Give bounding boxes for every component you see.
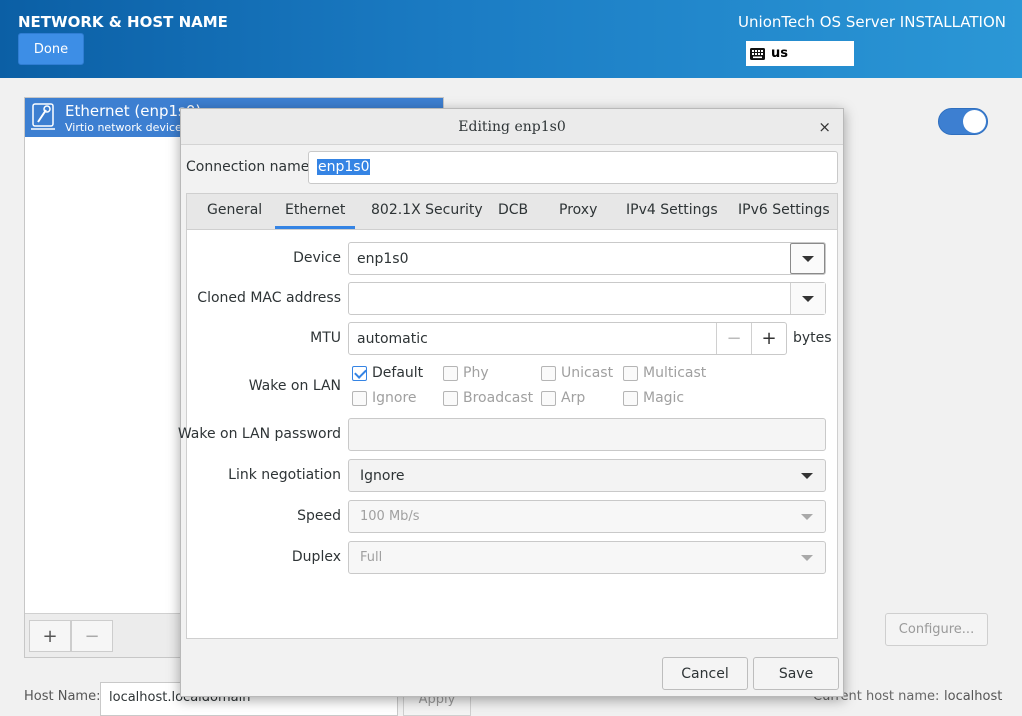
close-icon[interactable]: × bbox=[818, 118, 831, 136]
wol-unicast-checkbox[interactable]: Unicast bbox=[541, 365, 613, 381]
duplex-value: Full bbox=[360, 550, 383, 565]
chevron-down-icon bbox=[801, 255, 814, 262]
mtu-label: MTU bbox=[310, 330, 341, 346]
checkbox-icon bbox=[623, 390, 638, 406]
wol-option-label: Ignore bbox=[372, 390, 417, 406]
connection-name-input[interactable]: enp1s0 bbox=[308, 151, 838, 184]
product-title: UnionTech OS Server INSTALLATION bbox=[738, 13, 1006, 31]
ethernet-settings-panel: Device enp1s0 Cloned MAC address MTU aut… bbox=[178, 229, 838, 639]
checkbox-icon bbox=[541, 390, 556, 406]
wol-broadcast-checkbox[interactable]: Broadcast bbox=[443, 390, 533, 406]
device-description: Virtio network device bbox=[65, 121, 182, 134]
mtu-value: automatic bbox=[357, 331, 428, 347]
checkbox-icon bbox=[541, 365, 556, 381]
mtu-stepper[interactable]: automatic − + bbox=[348, 322, 787, 355]
speed-value: 100 Mb/s bbox=[360, 509, 420, 524]
wol-option-label: Broadcast bbox=[463, 390, 534, 406]
tab-ipv4-settings[interactable]: IPv4 Settings bbox=[624, 194, 720, 229]
keyboard-layout-indicator[interactable]: us bbox=[746, 41, 854, 66]
speed-label: Speed bbox=[297, 508, 341, 524]
mtu-decrease-button[interactable]: − bbox=[716, 323, 751, 354]
wol-option-label: Multicast bbox=[643, 365, 707, 381]
spoke-title: NETWORK & HOST NAME bbox=[18, 13, 228, 31]
current-hostname-value: localhost bbox=[944, 689, 1003, 704]
device-enable-toggle[interactable] bbox=[938, 108, 988, 135]
wol-magic-checkbox[interactable]: Magic bbox=[623, 390, 684, 406]
tab-general[interactable]: General bbox=[205, 194, 264, 229]
wol-option-label: Default bbox=[372, 365, 424, 381]
duplex-label: Duplex bbox=[291, 549, 341, 565]
dialog-title-text: Editing enp1s0 bbox=[458, 119, 566, 135]
connection-name-value: enp1s0 bbox=[317, 159, 371, 175]
chevron-down-icon bbox=[801, 473, 813, 479]
checkbox-checked-icon bbox=[352, 365, 367, 381]
device-dropdown-button[interactable] bbox=[790, 243, 825, 274]
installer-header: NETWORK & HOST NAME Done UnionTech OS Se… bbox=[0, 0, 1022, 78]
checkbox-icon bbox=[623, 365, 638, 381]
done-button[interactable]: Done bbox=[18, 33, 84, 65]
keyboard-icon bbox=[750, 47, 765, 60]
wol-ignore-checkbox[interactable]: Ignore bbox=[352, 390, 417, 406]
link-negotiation-value: Ignore bbox=[360, 468, 405, 484]
tab-ipv6-settings[interactable]: IPv6 Settings bbox=[736, 194, 832, 229]
toggle-knob bbox=[963, 110, 986, 133]
remove-device-button[interactable]: − bbox=[71, 620, 113, 652]
mtu-unit: bytes bbox=[793, 330, 832, 346]
cloned-mac-label: Cloned MAC address bbox=[197, 290, 341, 306]
add-device-button[interactable]: + bbox=[29, 620, 71, 652]
speed-dropdown[interactable]: 100 Mb/s bbox=[348, 500, 826, 533]
cloned-mac-combo[interactable] bbox=[348, 282, 826, 315]
wake-on-lan-label: Wake on LAN bbox=[248, 378, 341, 394]
checkbox-icon bbox=[352, 390, 367, 406]
configure-button[interactable]: Configure... bbox=[885, 613, 988, 646]
wol-option-label: Arp bbox=[561, 390, 586, 406]
mtu-increase-button[interactable]: + bbox=[751, 323, 786, 354]
tab-ethernet[interactable]: Ethernet bbox=[275, 194, 356, 229]
ethernet-icon bbox=[31, 103, 55, 130]
dialog-title: Editing enp1s0 bbox=[181, 109, 843, 145]
device-label: Device bbox=[293, 250, 341, 266]
link-negotiation-dropdown[interactable]: Ignore bbox=[348, 459, 826, 492]
checkbox-icon bbox=[443, 390, 458, 406]
device-combo[interactable]: enp1s0 bbox=[348, 242, 826, 275]
tab-dcb[interactable]: DCB bbox=[496, 194, 530, 229]
checkbox-icon bbox=[443, 365, 458, 381]
wol-multicast-checkbox[interactable]: Multicast bbox=[623, 365, 706, 381]
wol-phy-checkbox[interactable]: Phy bbox=[443, 365, 489, 381]
duplex-dropdown[interactable]: Full bbox=[348, 541, 826, 574]
tab-8021x-security[interactable]: 802.1X Security bbox=[369, 194, 485, 229]
device-value: enp1s0 bbox=[357, 251, 409, 267]
chevron-down-icon bbox=[801, 555, 813, 561]
edit-connection-dialog: Editing enp1s0 × Connection name enp1s0 … bbox=[178, 108, 844, 697]
cancel-button[interactable]: Cancel bbox=[662, 657, 748, 690]
cloned-mac-dropdown-button[interactable] bbox=[790, 283, 825, 314]
chevron-down-icon bbox=[801, 514, 813, 520]
keyboard-layout-label: us bbox=[771, 46, 788, 61]
connection-name-label: Connection name bbox=[186, 159, 310, 175]
chevron-down-icon bbox=[802, 295, 814, 302]
wol-option-label: Unicast bbox=[561, 365, 614, 381]
link-negotiation-label: Link negotiation bbox=[228, 467, 341, 483]
wol-arp-checkbox[interactable]: Arp bbox=[541, 390, 585, 406]
wol-password-label: Wake on LAN password bbox=[177, 426, 341, 442]
wol-option-label: Phy bbox=[463, 365, 489, 381]
hostname-label: Host Name: bbox=[24, 689, 101, 704]
wol-option-label: Magic bbox=[643, 390, 685, 406]
tab-proxy[interactable]: Proxy bbox=[557, 194, 599, 229]
wake-on-lan-options: Default Phy Unicast Multicast Ignore Bro… bbox=[352, 364, 832, 416]
settings-tabs: General Ethernet 802.1X Security DCB Pro… bbox=[186, 193, 838, 229]
save-button[interactable]: Save bbox=[753, 657, 839, 690]
wol-default-checkbox[interactable]: Default bbox=[352, 365, 423, 381]
wol-password-input[interactable] bbox=[348, 418, 826, 451]
